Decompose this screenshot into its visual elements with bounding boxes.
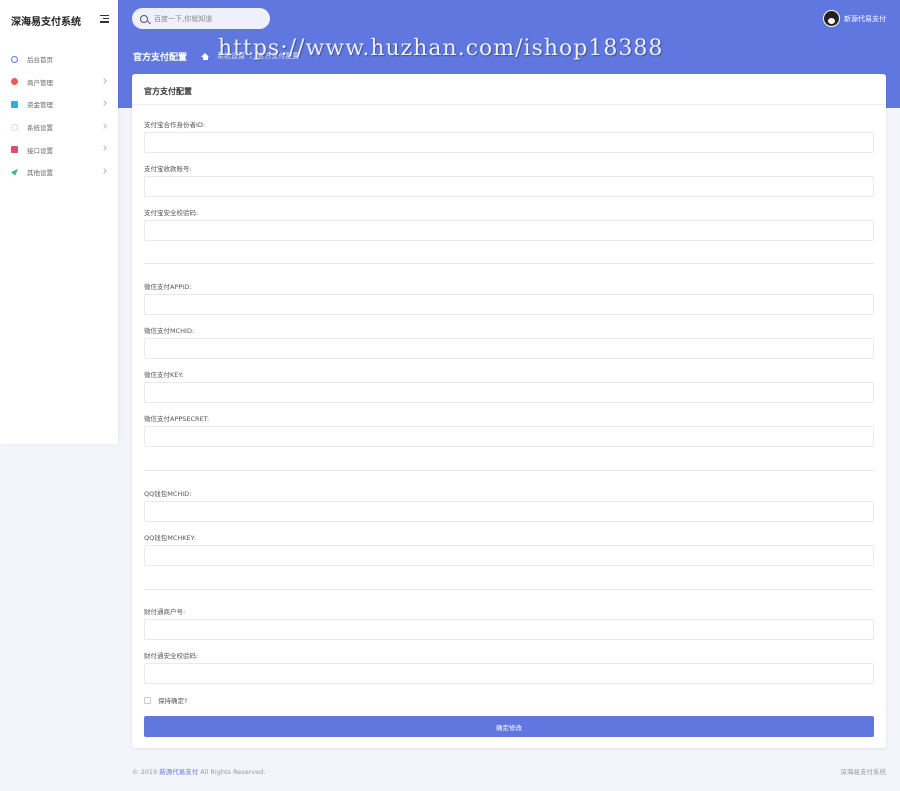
copyright-suffix: All Rights Reserved. (200, 768, 266, 776)
wallet-icon (11, 100, 18, 108)
sidebar-item-label: 资金管理 (27, 101, 53, 110)
section-divider (144, 589, 874, 590)
field-label: 财付通商户号: (144, 608, 186, 616)
home-icon[interactable] (201, 52, 209, 60)
wechat-appsecret-input[interactable] (144, 426, 874, 447)
watermark-text: https://www.huzhan.com/ishop18388 (218, 36, 664, 61)
field-label: 财付通安全校验码: (144, 652, 199, 660)
chevron-right-icon (101, 100, 107, 107)
alipay-partner-id-input[interactable] (144, 132, 874, 153)
alipay-key-input[interactable] (144, 220, 874, 241)
sidebar-item-interfaces[interactable]: 接口设置 (0, 138, 118, 161)
chevron-right-icon (101, 168, 107, 174)
chevron-right-icon (101, 145, 107, 152)
footer-right-text: 深海易支付系统 (840, 768, 887, 776)
avatar[interactable] (823, 10, 840, 27)
chevron-right-icon (101, 77, 107, 84)
wechat-appid-input[interactable] (144, 294, 874, 315)
card-title: 官方支付配置 (144, 87, 192, 96)
dashboard-icon (11, 55, 18, 63)
footer-copyright: © 2019 新源代易支付 All Rights Reserved. (132, 766, 265, 776)
field-label: QQ钱包MCHKEY: (144, 534, 196, 542)
brand-title[interactable]: 深海易支付系统 (11, 13, 81, 28)
sidebar-item-label: 其他设置 (27, 169, 53, 178)
sidebar-item-label: 商户管理 (27, 78, 53, 87)
sidebar-item-dashboard[interactable]: 后台首页 (0, 48, 118, 71)
sidebar-item-merchants[interactable]: 商户管理 (0, 71, 118, 94)
remember-checkbox[interactable] (144, 696, 151, 704)
page-title: 官方支付配置 (133, 53, 188, 63)
search-box[interactable] (132, 8, 270, 29)
sidebar-item-label: 系统设置 (27, 124, 53, 133)
tenpay-key-input[interactable] (144, 663, 874, 684)
paper-plane-icon (11, 168, 18, 176)
field-label: 支付宝收款账号: (144, 165, 192, 173)
config-card: 官方支付配置 支付宝合作身份者ID: 支付宝收款账号: 支付宝安全校验码: 微信… (132, 74, 886, 748)
wechat-mchid-input[interactable] (144, 338, 874, 359)
submit-button[interactable]: 确定修改 (144, 716, 874, 737)
plug-icon (11, 146, 18, 154)
sidebar-nav: 后台首页 商户管理 资金管理 系统设置 接口设置 其他设置 (0, 48, 118, 184)
copyright-prefix: © 2019 (132, 768, 158, 776)
menu-toggle-icon[interactable] (100, 15, 109, 25)
remember-checkbox-row[interactable]: 保持确定? (144, 695, 187, 705)
field-label: 支付宝安全校验码: (144, 209, 199, 217)
user-icon (11, 78, 18, 86)
user-menu[interactable]: 新源代易支付 (823, 10, 886, 27)
user-name[interactable]: 新源代易支付 (844, 14, 886, 24)
tenpay-merchant-input[interactable] (144, 619, 874, 640)
gear-icon (11, 123, 18, 131)
field-label: 微信支付MCHID: (144, 327, 195, 335)
remember-label[interactable]: 保持确定? (158, 695, 187, 705)
footer-brand-link[interactable]: 新源代易支付 (159, 768, 198, 776)
card-divider (132, 104, 886, 105)
sidebar-item-label: 接口设置 (27, 146, 53, 155)
sidebar-item-system[interactable]: 系统设置 (0, 116, 118, 139)
search-icon (140, 14, 148, 23)
wechat-key-input[interactable] (144, 382, 874, 403)
field-label: 微信支付KEY: (144, 371, 184, 379)
section-divider (144, 470, 874, 471)
field-label: 微信支付APPID: (144, 283, 192, 291)
field-label: 支付宝合作身份者ID: (144, 121, 206, 129)
sidebar-item-other[interactable]: 其他设置 (0, 161, 118, 184)
search-input[interactable] (154, 14, 264, 23)
section-divider (144, 263, 874, 264)
alipay-account-input[interactable] (144, 176, 874, 197)
qq-mchid-input[interactable] (144, 501, 874, 522)
sidebar-item-funds[interactable]: 资金管理 (0, 93, 118, 116)
sidebar-item-label: 后台首页 (27, 56, 53, 65)
qq-mchkey-input[interactable] (144, 545, 874, 566)
field-label: 微信支付APPSECRET: (144, 415, 210, 423)
sidebar: 深海易支付系统 后台首页 商户管理 资金管理 系统设置 接口设置 其他设置 (0, 0, 118, 444)
chevron-right-icon (101, 122, 107, 129)
field-label: QQ钱包MCHID: (144, 490, 192, 498)
